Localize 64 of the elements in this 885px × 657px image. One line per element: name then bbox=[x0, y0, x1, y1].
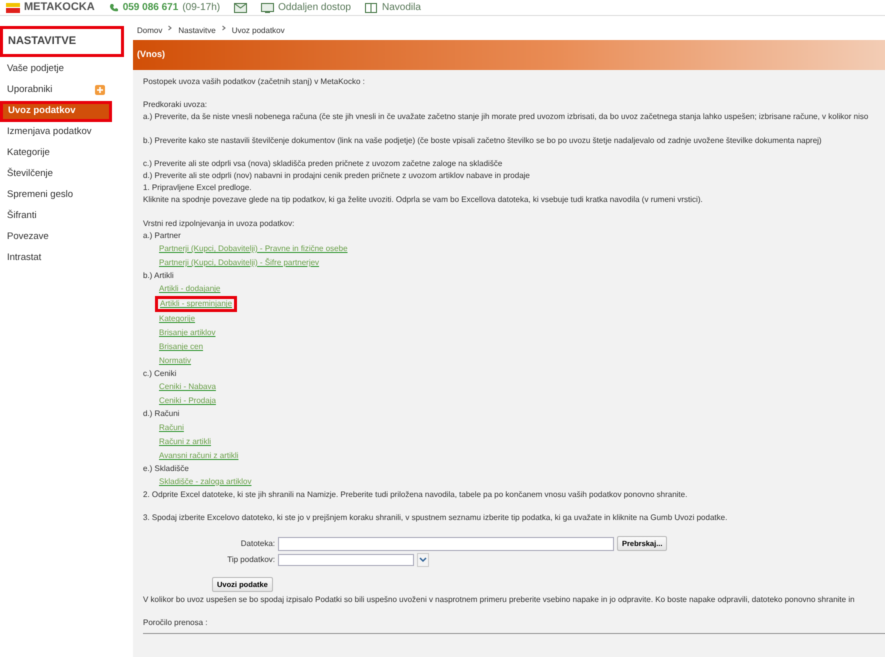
header-link[interactable]: Navodila bbox=[364, 0, 421, 15]
sidebar-item[interactable]: Kategorije bbox=[0, 142, 112, 164]
template-link[interactable]: Kategorije bbox=[155, 312, 200, 326]
paragraph: 2. Odprite Excel datoteke, ki ste jih shranili na Namizje. Preberite tudi priložena navodila, tabele pa po končanem vnosu vaših podatkov ponovno shranite. bbox=[143, 488, 688, 501]
phone-icon bbox=[108, 2, 119, 12]
template-link[interactable]: Normativ bbox=[155, 354, 196, 368]
sidebar-item[interactable]: Vaše podjetje bbox=[0, 58, 112, 80]
template-link[interactable]: Skladišče - zaloga artiklov bbox=[155, 474, 256, 489]
file-input-field[interactable] bbox=[278, 536, 614, 551]
paragraph: c.) Preverite ali ste odprli vsa (nova) skladišča preden pričnete z uvozom začetne zaloge na skladišče bbox=[143, 158, 502, 170]
breadcrumb-link[interactable]: Nastavitve bbox=[178, 25, 216, 37]
paragraph: 1. Pripravljene Excel predloge. bbox=[143, 182, 252, 194]
sidebar-title: NASTAVITVE bbox=[0, 26, 124, 56]
breadcrumb-link[interactable]: Domov bbox=[137, 25, 162, 37]
monitor-icon bbox=[261, 2, 274, 12]
template-link[interactable]: Artikli - spreminjanje bbox=[155, 296, 238, 312]
sidebar-item[interactable]: Šifranti bbox=[0, 206, 112, 226]
paragraph: Poročilo prenosa : bbox=[143, 617, 208, 630]
paragraph: Predkoraki uvoza: bbox=[143, 99, 208, 112]
breadcrumb-link[interactable]: Uvoz podatkov bbox=[232, 25, 285, 37]
sidebar-item[interactable]: Uporabniki bbox=[0, 80, 112, 100]
section-title-bar: (Vnos) bbox=[133, 40, 885, 70]
template-link[interactable]: Ceniki - Nabava bbox=[155, 380, 220, 394]
group-heading: d.) Računi bbox=[143, 408, 180, 420]
group-heading: c.) Ceniki bbox=[143, 368, 178, 380]
book-icon bbox=[364, 2, 378, 12]
sidebar-item[interactable]: Uvoz podatkov bbox=[0, 100, 112, 122]
data-type-select[interactable] bbox=[278, 554, 414, 566]
template-link[interactable]: Brisanje cen bbox=[155, 340, 208, 354]
paragraph: a.) Preverite, da še niste vnesli nobenega računa (če ste jih vnesli in če uvažate začetno stanje jih morate pred uvozom izbrisati, da bo uvoz začetnega stanja lahko uspešen; izbrisane račune, v kolikor niso bbox=[143, 111, 868, 124]
paragraph: Kliknite na spodnje povezave glede na tip podatkov, ki ga želite uvoziti. Odprla se vam bo Excellova datoteka, ki vsebuje tudi kratka navodila (v rumeni vrstici). bbox=[143, 194, 703, 206]
paragraph: 3. Spodaj izberite Excelovo datoteko, ki ste jo v prejšnjem koraku shranili, v spustnem seznamu izberite tip podatka, ki ga uvažate in kliknite na Gumb Uvozi podatke. bbox=[143, 512, 728, 524]
office-hours: (09-17h) bbox=[182, 1, 220, 15]
header-link[interactable]: Oddaljen dostop bbox=[261, 0, 351, 15]
template-link[interactable]: Artikli - dodajanje bbox=[155, 282, 224, 296]
sidebar-item[interactable]: Povezave bbox=[0, 226, 112, 248]
logo-text: METAKOCKA bbox=[24, 0, 95, 16]
group-heading: b.) Artikli bbox=[143, 270, 175, 282]
chevron-icon bbox=[168, 25, 172, 31]
paragraph: V kolikor bo uvoz uspešen se bo spodaj izpisalo Podatki so bili uspešno uvoženi v nasprotnem primeru preberite vsebino napake in jo odpravite. Ko boste napake odpravili, datoteko ponovno shranite in bbox=[143, 594, 855, 606]
field-label: Tip podatkov: bbox=[226, 554, 275, 566]
logo-icon bbox=[6, 2, 20, 12]
paragraph: Postopek uvoza vaših podatkov (začetnih stanj) v MetaKocko : bbox=[143, 76, 365, 88]
field-label: Datoteka: bbox=[240, 538, 275, 550]
template-link[interactable]: Računi z artikli bbox=[155, 434, 216, 449]
group-heading: a.) Partner bbox=[143, 230, 182, 242]
group-heading: e.) Skladišče bbox=[143, 462, 190, 475]
mail-icon bbox=[234, 2, 248, 12]
plus-icon bbox=[95, 85, 105, 95]
template-link[interactable]: Avansni računi z artikli bbox=[155, 448, 242, 463]
paragraph: b.) Preverite kako ste nastavili številčenje dokumentov (link na vaše podjetje) (če boste vpisali začetno številko se bo po uvozu štetje nadaljevalo od zadnje uvožene številke dokumenta naprej) bbox=[143, 134, 822, 147]
template-link[interactable]: Računi bbox=[155, 420, 188, 435]
sidebar-item[interactable]: Številčenje bbox=[0, 164, 112, 184]
sidebar-item[interactable]: Izmenjava podatkov bbox=[0, 122, 112, 142]
sidebar-item[interactable]: Spremeni geslo bbox=[0, 184, 112, 206]
paragraph: Vrstni red izpolnjevanja in uvoza podatkov: bbox=[143, 218, 294, 230]
template-link[interactable]: Partnerji (Kupci, Dobavitelji) - Pravne in fizične osebe bbox=[155, 242, 352, 256]
template-link[interactable]: Brisanje artiklov bbox=[155, 326, 220, 340]
phone-number: 059 086 671 bbox=[122, 1, 178, 15]
template-link[interactable]: Partnerji (Kupci, Dobavitelji) - Šifre partnerjev bbox=[155, 256, 324, 270]
chevron-icon bbox=[222, 25, 226, 31]
sidebar-item[interactable]: Intrastat bbox=[0, 248, 112, 268]
paragraph: d.) Preverite ali ste odprli (nov) nabavni in prodajni cenik preden pričnete z uvozom artiklov nabave in prodaje bbox=[143, 170, 530, 182]
template-link[interactable]: Ceniki - Prodaja bbox=[155, 394, 220, 408]
